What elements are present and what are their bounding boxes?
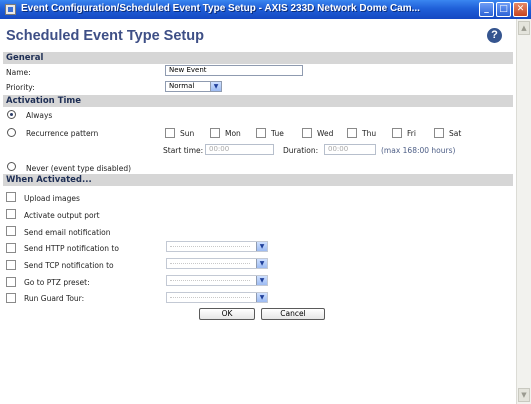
- maximize-button[interactable]: □: [496, 2, 511, 17]
- day-label-fri: Fri: [407, 129, 416, 138]
- ok-button[interactable]: OK: [199, 308, 255, 320]
- start-time-label: Start time:: [163, 146, 204, 155]
- duration-hint: (max 168:00 hours): [381, 146, 456, 155]
- tcp-notification-label: Send TCP notification to: [24, 261, 114, 270]
- day-label-tue: Tue: [271, 129, 284, 138]
- chevron-down-icon: ▼: [256, 259, 267, 268]
- always-label: Always: [26, 111, 53, 120]
- day-checkbox-wed[interactable]: [302, 128, 312, 138]
- day-checkbox-fri[interactable]: [392, 128, 402, 138]
- chevron-down-icon: ▼: [256, 242, 267, 251]
- duration-field[interactable]: 00:00: [324, 144, 376, 155]
- priority-select[interactable]: Normal ▼: [165, 81, 222, 92]
- day-label-mon: Mon: [225, 129, 241, 138]
- output-port-checkbox[interactable]: [6, 209, 16, 219]
- scroll-up-icon[interactable]: ▲: [518, 21, 530, 35]
- always-radio[interactable]: [7, 110, 16, 119]
- day-label-thu: Thu: [362, 129, 377, 138]
- duration-label: Duration:: [283, 146, 319, 155]
- day-label-sun: Sun: [180, 129, 195, 138]
- help-icon[interactable]: ?: [487, 28, 502, 43]
- http-server-select[interactable]: ▼: [166, 241, 268, 252]
- cancel-button[interactable]: Cancel: [261, 308, 325, 320]
- upload-images-label: Upload images: [24, 194, 80, 203]
- tcp-notification-checkbox[interactable]: [6, 260, 16, 270]
- start-time-field[interactable]: 00:00: [205, 144, 274, 155]
- guard-tour-placeholder: [170, 297, 250, 298]
- guard-tour-label: Run Guard Tour:: [24, 294, 85, 303]
- email-notification-checkbox[interactable]: [6, 226, 16, 236]
- day-checkbox-sat[interactable]: [434, 128, 444, 138]
- section-general: General: [3, 52, 513, 64]
- name-field[interactable]: New Event: [165, 65, 303, 76]
- name-label: Name:: [6, 68, 31, 77]
- day-checkbox-mon[interactable]: [210, 128, 220, 138]
- guard-tour-checkbox[interactable]: [6, 293, 16, 303]
- page-content: Scheduled Event Type Setup ? General Nam…: [0, 19, 516, 404]
- tcp-server-select[interactable]: ▼: [166, 258, 268, 269]
- minimize-button[interactable]: _: [479, 2, 494, 17]
- never-radio[interactable]: [7, 162, 16, 171]
- upload-images-checkbox[interactable]: [6, 192, 16, 202]
- email-notification-label: Send email notification: [24, 228, 111, 237]
- recurrence-label: Recurrence pattern: [26, 129, 99, 138]
- chevron-down-icon: ▼: [210, 82, 221, 91]
- ptz-preset-label: Go to PTZ preset:: [24, 278, 90, 287]
- chevron-down-icon: ▼: [256, 293, 267, 302]
- ptz-preset-placeholder: [170, 280, 250, 281]
- day-checkbox-sun[interactable]: [165, 128, 175, 138]
- section-activation-time: Activation Time: [3, 95, 513, 107]
- close-button[interactable]: ✕: [513, 2, 528, 17]
- day-checkbox-thu[interactable]: [347, 128, 357, 138]
- app-icon: [5, 4, 16, 15]
- priority-value: Normal: [169, 82, 195, 90]
- priority-label: Priority:: [6, 83, 35, 92]
- guard-tour-select[interactable]: ▼: [166, 292, 268, 303]
- vertical-scrollbar[interactable]: ▲ ▼: [516, 19, 531, 404]
- day-checkbox-tue[interactable]: [256, 128, 266, 138]
- page-title: Scheduled Event Type Setup: [6, 28, 204, 44]
- never-label: Never (event type disabled): [26, 164, 132, 173]
- http-notification-checkbox[interactable]: [6, 243, 16, 253]
- window-titlebar: Event Configuration/Scheduled Event Type…: [0, 0, 531, 20]
- http-server-placeholder: [170, 246, 250, 247]
- chevron-down-icon: ▼: [256, 276, 267, 285]
- ptz-preset-select[interactable]: ▼: [166, 275, 268, 286]
- tcp-server-placeholder: [170, 263, 250, 264]
- section-when-activated: When Activated...: [3, 174, 513, 186]
- recurrence-radio[interactable]: [7, 128, 16, 137]
- day-label-sat: Sat: [449, 129, 462, 138]
- http-notification-label: Send HTTP notification to: [24, 244, 119, 253]
- window-title: Event Configuration/Scheduled Event Type…: [21, 3, 420, 14]
- output-port-label: Activate output port: [24, 211, 100, 220]
- scroll-down-icon[interactable]: ▼: [518, 388, 530, 402]
- ptz-preset-checkbox[interactable]: [6, 277, 16, 287]
- day-label-wed: Wed: [317, 129, 334, 138]
